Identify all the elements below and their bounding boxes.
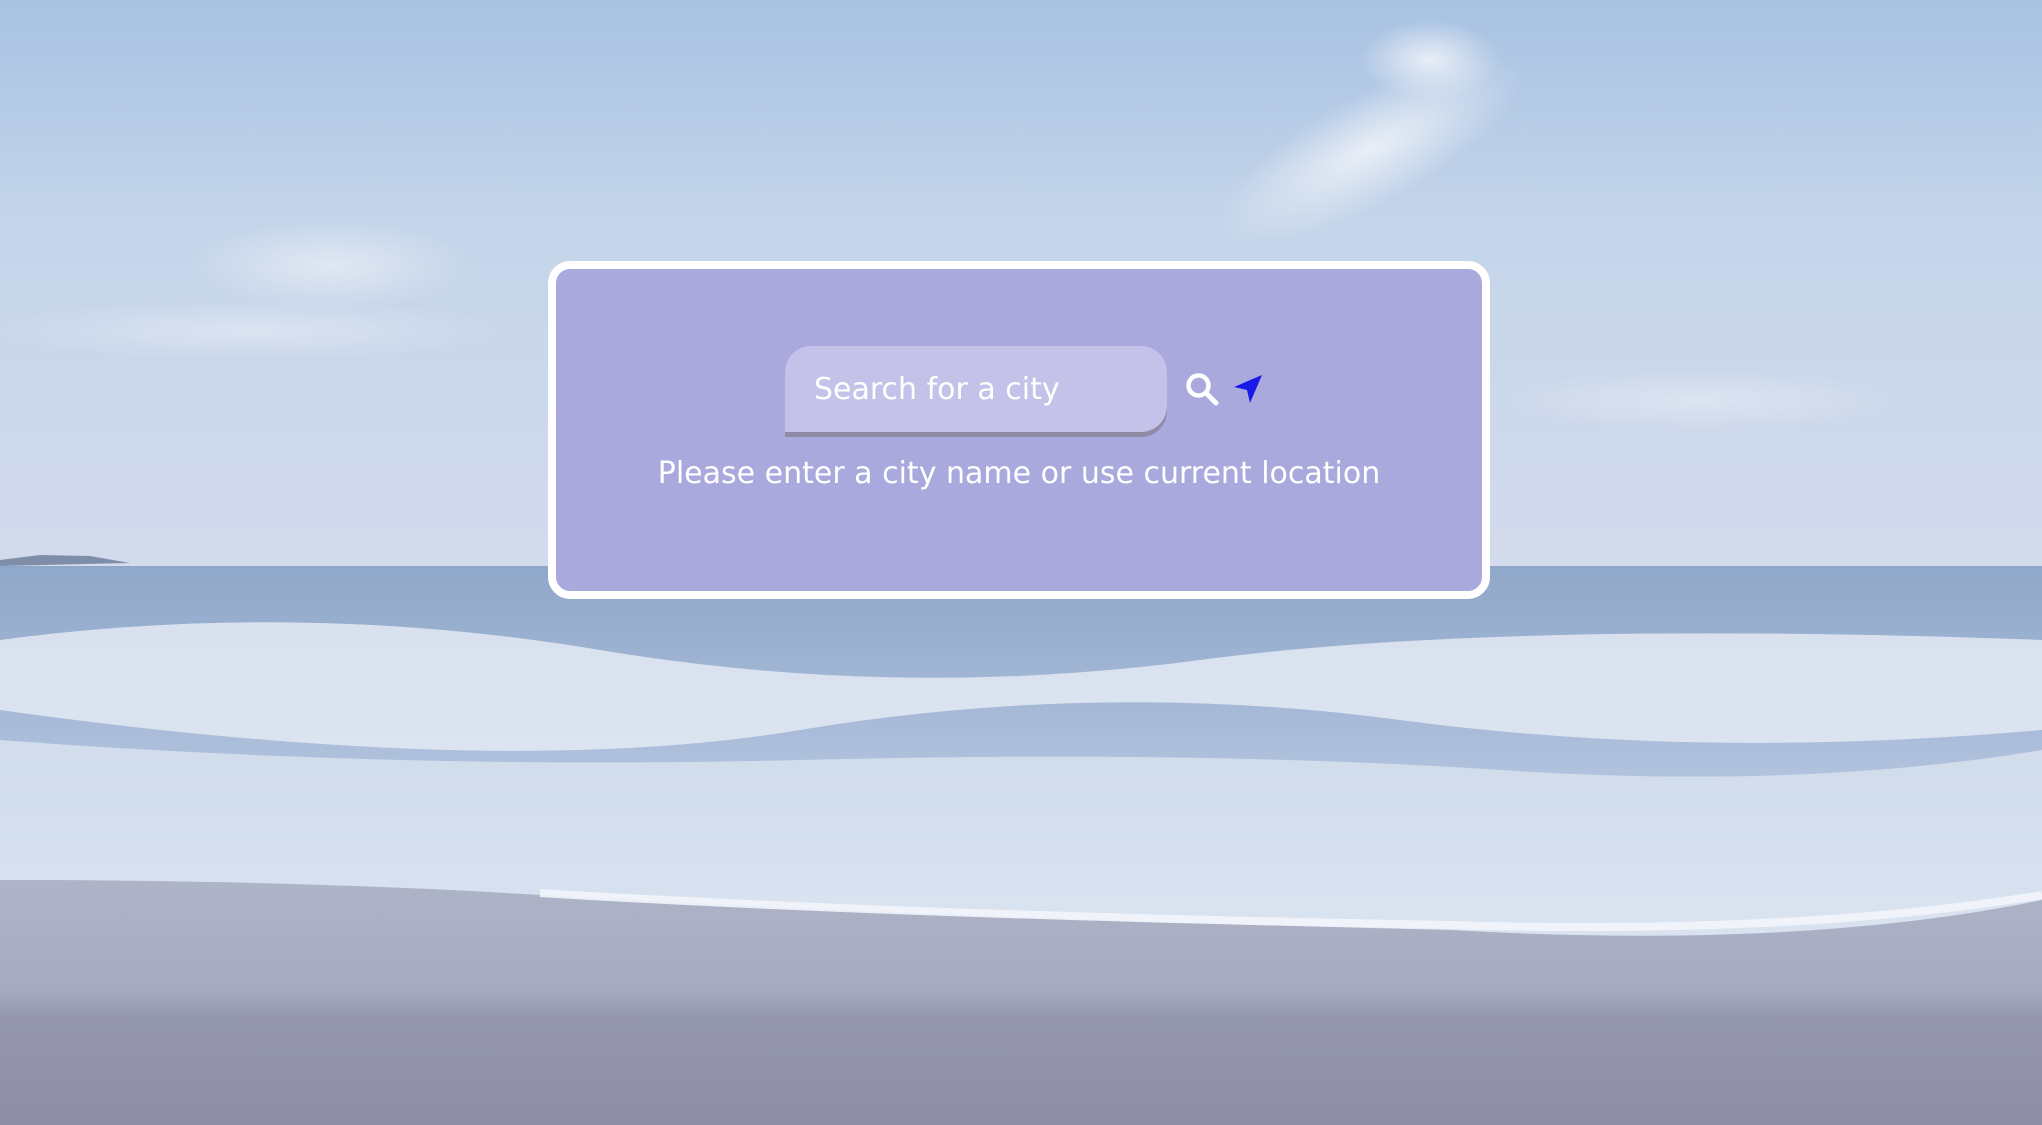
search-icon — [1186, 373, 1219, 406]
current-location-button[interactable] — [1227, 368, 1269, 410]
beach-background: Please enter a city name or use current … — [0, 0, 2042, 1125]
hint-message: Please enter a city name or use current … — [657, 456, 1381, 491]
location-arrow-icon — [1234, 375, 1262, 403]
weather-search-card: Please enter a city name or use current … — [548, 261, 1490, 599]
search-button[interactable] — [1181, 368, 1223, 410]
search-bar — [785, 344, 1269, 434]
city-search-input[interactable] — [785, 346, 1167, 432]
